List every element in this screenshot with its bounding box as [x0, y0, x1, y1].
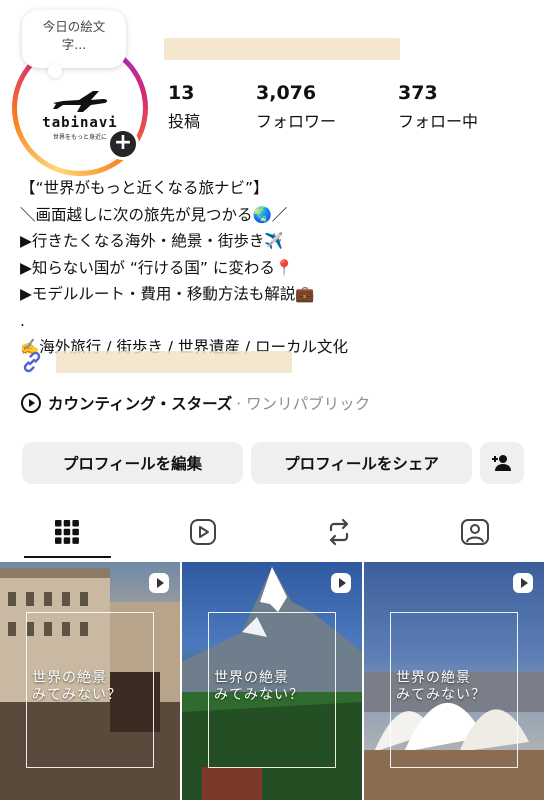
posts-label: 投稿 [168, 112, 201, 131]
bio-line: . [20, 311, 25, 330]
logo-tagline: 世界をもっと身近に [52, 134, 107, 141]
bio-line: ▶︎知らない国が “行ける国” に変わる📍 [20, 258, 295, 277]
play-circle-icon [21, 393, 41, 413]
reels-icon [190, 519, 216, 545]
grid-icon [55, 520, 79, 544]
music-title: カウンティング・スターズ [48, 395, 233, 413]
bio-line: ▶︎モデルルート・費用・移動方法も解説💼 [20, 285, 315, 303]
post-tile[interactable]: 世界の絶景 みてみない？ [182, 562, 362, 800]
followers-count: 3,076 [256, 82, 317, 104]
following-stat[interactable]: 373 フォロー中 [398, 82, 478, 132]
link-url-redacted [56, 351, 292, 373]
followers-label: フォロワー [256, 112, 337, 131]
reel-play-icon [149, 573, 169, 593]
post-tile[interactable]: 世界の絶景 みてみない？ [0, 562, 180, 800]
tab-posts-grid[interactable] [22, 508, 112, 556]
post-tile[interactable]: 世界の絶景 みてみない？ [364, 562, 544, 800]
logo-name: tabinavi [42, 115, 118, 131]
tagged-person-icon [461, 519, 489, 545]
username-redacted [164, 38, 400, 60]
profile-music[interactable]: カウンティング・スターズ · ワンリパブリック [20, 392, 370, 414]
bio-line: ＼画面越しに次の旅先が見つかる🌏／ [20, 205, 288, 224]
post-title: 世界の絶景 みてみない？ [32, 670, 122, 703]
profile-link[interactable] [20, 350, 292, 374]
repost-icon [329, 518, 349, 546]
edit-profile-button[interactable]: プロフィールを編集 [22, 442, 243, 484]
profile-bio: 【“世界がもっと近くなる旅ナビ”】 ＼画面越しに次の旅先が見つかる🌏／ ▶︎行き… [20, 175, 530, 361]
link-icon [23, 351, 41, 373]
active-tab-indicator [24, 556, 111, 558]
airplane-icon [53, 91, 108, 112]
post-title: 世界の絶景 みてみない？ [214, 670, 304, 703]
tab-reposts[interactable] [294, 508, 384, 556]
following-count: 373 [398, 82, 438, 104]
discover-people-button[interactable] [480, 442, 524, 484]
posts-stat[interactable]: 13 投稿 [168, 82, 200, 132]
add-person-icon [492, 455, 511, 471]
music-artist: · ワンリパブリック [236, 395, 371, 413]
share-profile-button[interactable]: プロフィールをシェア [251, 442, 472, 484]
followers-stat[interactable]: 3,076 フォロワー [256, 82, 336, 132]
note-text-line1: 今日の絵文 [42, 19, 106, 34]
add-story-button[interactable]: + [107, 128, 139, 160]
note-bubble[interactable]: 今日の絵文 字... [22, 10, 126, 78]
tab-tagged[interactable] [430, 508, 520, 556]
reel-play-icon [331, 573, 351, 593]
note-text-line2: 字... [61, 37, 87, 52]
posts-count: 13 [168, 82, 195, 104]
post-title: 世界の絶景 みてみない？ [396, 670, 486, 703]
following-label: フォロー中 [398, 112, 479, 131]
reel-play-icon [513, 573, 533, 593]
tab-reels[interactable] [158, 508, 248, 556]
bio-line: ▶︎行きたくなる海外・絶景・街歩き✈️ [20, 232, 284, 250]
bio-line: 【“世界がもっと近くなる旅ナビ”】 [20, 179, 269, 197]
